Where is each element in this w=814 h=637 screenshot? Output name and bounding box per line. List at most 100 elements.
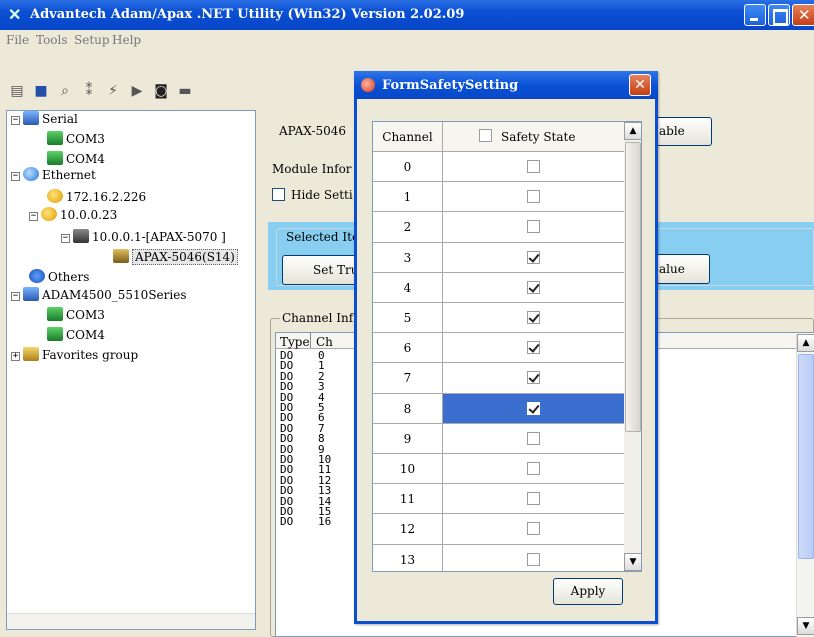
- safety-state-cell[interactable]: [443, 544, 625, 571]
- column-safety-state[interactable]: Safety State: [443, 122, 625, 152]
- scroll-up-icon[interactable]: ▲: [624, 122, 641, 140]
- app-icon: ✕: [8, 5, 22, 24]
- scroll-down-icon[interactable]: ▼: [797, 617, 814, 635]
- safety-state-cell[interactable]: [443, 212, 625, 243]
- safety-state-cell[interactable]: [443, 333, 625, 364]
- window-title: Advantech Adam/Apax .NET Utility (Win32)…: [30, 7, 465, 22]
- enable-button[interactable]: able: [652, 117, 712, 146]
- list-row[interactable]: DO 16: [280, 516, 331, 527]
- dialog-icon: [361, 78, 375, 92]
- safety-state-checkbox[interactable]: [527, 462, 540, 475]
- safety-state-cell[interactable]: [443, 454, 625, 485]
- collapse-icon[interactable]: −: [61, 234, 70, 243]
- safety-state-checkbox[interactable]: [527, 522, 540, 536]
- dialog-title: FormSafetySetting: [382, 78, 519, 93]
- header-ch[interactable]: Ch: [316, 335, 333, 349]
- collapse-icon[interactable]: −: [11, 172, 20, 181]
- safety-state-checkbox[interactable]: [527, 371, 540, 385]
- main-title-bar: ✕ Advantech Adam/Apax .NET Utility (Win3…: [0, 0, 814, 30]
- maximize-button[interactable]: [768, 4, 790, 26]
- hide-settings-checkbox[interactable]: Hide Setti: [272, 188, 353, 202]
- header-type[interactable]: Type: [280, 335, 310, 349]
- safety-state-checkbox[interactable]: [527, 160, 540, 173]
- safety-state-cell[interactable]: [443, 152, 625, 183]
- tree-favorites[interactable]: + Favorites group: [11, 347, 138, 363]
- ip-icon: [41, 207, 57, 221]
- safety-state-cell[interactable]: [443, 484, 625, 515]
- safety-state-checkbox[interactable]: [527, 250, 540, 264]
- tree-horizontal-scrollbar[interactable]: [7, 613, 255, 629]
- module-icon: [113, 249, 129, 263]
- stop-icon[interactable]: ▬: [176, 82, 194, 100]
- expand-icon[interactable]: +: [11, 352, 20, 361]
- channel-cell: 4: [373, 272, 443, 303]
- safety-state-checkbox[interactable]: [527, 552, 540, 566]
- safety-state-cell[interactable]: [443, 514, 625, 545]
- safety-state-checkbox[interactable]: [527, 280, 540, 294]
- tree-ethernet[interactable]: − Ethernet: [11, 167, 96, 183]
- menu-file[interactable]: File: [6, 33, 29, 47]
- scroll-down-icon[interactable]: ▼: [624, 553, 641, 571]
- safety-state-cell[interactable]: [443, 272, 625, 303]
- tree-ip-172[interactable]: 172.16.2.226: [47, 189, 146, 205]
- channel-cell: 13: [373, 544, 443, 571]
- safety-state-checkbox[interactable]: [527, 311, 540, 324]
- flash-icon[interactable]: ⚡: [104, 82, 122, 100]
- tree-apax-5070[interactable]: −10.0.0.1-[APAX-5070 ]: [61, 229, 226, 245]
- safety-state-checkbox[interactable]: [527, 190, 540, 204]
- collapse-icon[interactable]: −: [11, 116, 20, 125]
- value-button[interactable]: alue: [654, 254, 710, 284]
- collapse-icon[interactable]: −: [29, 212, 38, 221]
- module-info-label: Module Infor: [272, 162, 352, 176]
- column-channel: Channel: [373, 122, 443, 152]
- scroll-thumb[interactable]: [625, 142, 641, 432]
- safety-state-cell[interactable]: [443, 393, 625, 424]
- tree-others[interactable]: Others: [29, 269, 89, 285]
- safety-state-checkbox[interactable]: [527, 431, 540, 445]
- channel-cell: 3: [373, 242, 443, 273]
- channel-cell: 10: [373, 454, 443, 485]
- tree-com4-adam[interactable]: COM4: [47, 327, 105, 343]
- scroll-up-icon[interactable]: ▲: [797, 334, 814, 352]
- tree-com3[interactable]: COM3: [47, 131, 105, 147]
- checkbox-box[interactable]: [272, 188, 285, 201]
- menu-tools[interactable]: Tools: [36, 33, 68, 47]
- tree-com3-adam[interactable]: COM3: [47, 307, 105, 323]
- search-icon[interactable]: ⌕: [56, 82, 74, 100]
- play-icon[interactable]: ▶: [128, 82, 146, 100]
- module-name: APAX-5046: [279, 124, 347, 138]
- safety-state-checkbox[interactable]: [527, 401, 540, 415]
- select-all-checkbox[interactable]: [479, 129, 492, 142]
- safety-state-checkbox[interactable]: [527, 220, 540, 234]
- scroll-thumb[interactable]: [798, 354, 814, 559]
- tree-adam4500[interactable]: − ADAM4500_5510Series: [11, 287, 186, 303]
- apply-button[interactable]: Apply: [553, 578, 623, 605]
- tree-com4[interactable]: COM4: [47, 151, 105, 167]
- safety-state-checkbox[interactable]: [527, 492, 540, 506]
- tree-serial[interactable]: − Serial: [11, 111, 78, 127]
- minimize-button[interactable]: [744, 4, 766, 26]
- tree-apax-5046[interactable]: APAX-5046(S14): [113, 249, 238, 265]
- safety-state-cell[interactable]: [443, 303, 625, 334]
- collapse-icon[interactable]: −: [11, 292, 20, 301]
- menu-setup[interactable]: Setup: [74, 33, 110, 47]
- close-button[interactable]: [792, 4, 814, 26]
- safety-state-checkbox[interactable]: [527, 341, 540, 355]
- safety-state-cell[interactable]: [443, 423, 625, 454]
- safety-state-cell[interactable]: [443, 363, 625, 394]
- tree-ip-10[interactable]: −10.0.0.23: [29, 207, 117, 223]
- list-vertical-scrollbar[interactable]: ▲ ▼: [796, 334, 814, 637]
- safety-state-cell[interactable]: [443, 242, 625, 273]
- safety-state-cell[interactable]: [443, 182, 625, 213]
- selected-items-label: Selected Ite: [284, 230, 362, 244]
- globe-icon: [23, 167, 39, 181]
- dialog-close-button[interactable]: ✕: [629, 74, 651, 96]
- network-icon[interactable]: ⁑: [80, 82, 98, 100]
- open-icon[interactable]: ▤: [8, 82, 26, 100]
- menu-help[interactable]: Help: [112, 33, 141, 47]
- camera-icon[interactable]: ◙: [152, 82, 170, 100]
- port-icon: [47, 327, 63, 341]
- save-icon[interactable]: ■: [32, 82, 50, 100]
- set-true-button[interactable]: Set Tru: [282, 255, 362, 285]
- dialog-vertical-scrollbar[interactable]: ▲ ▼: [624, 122, 641, 571]
